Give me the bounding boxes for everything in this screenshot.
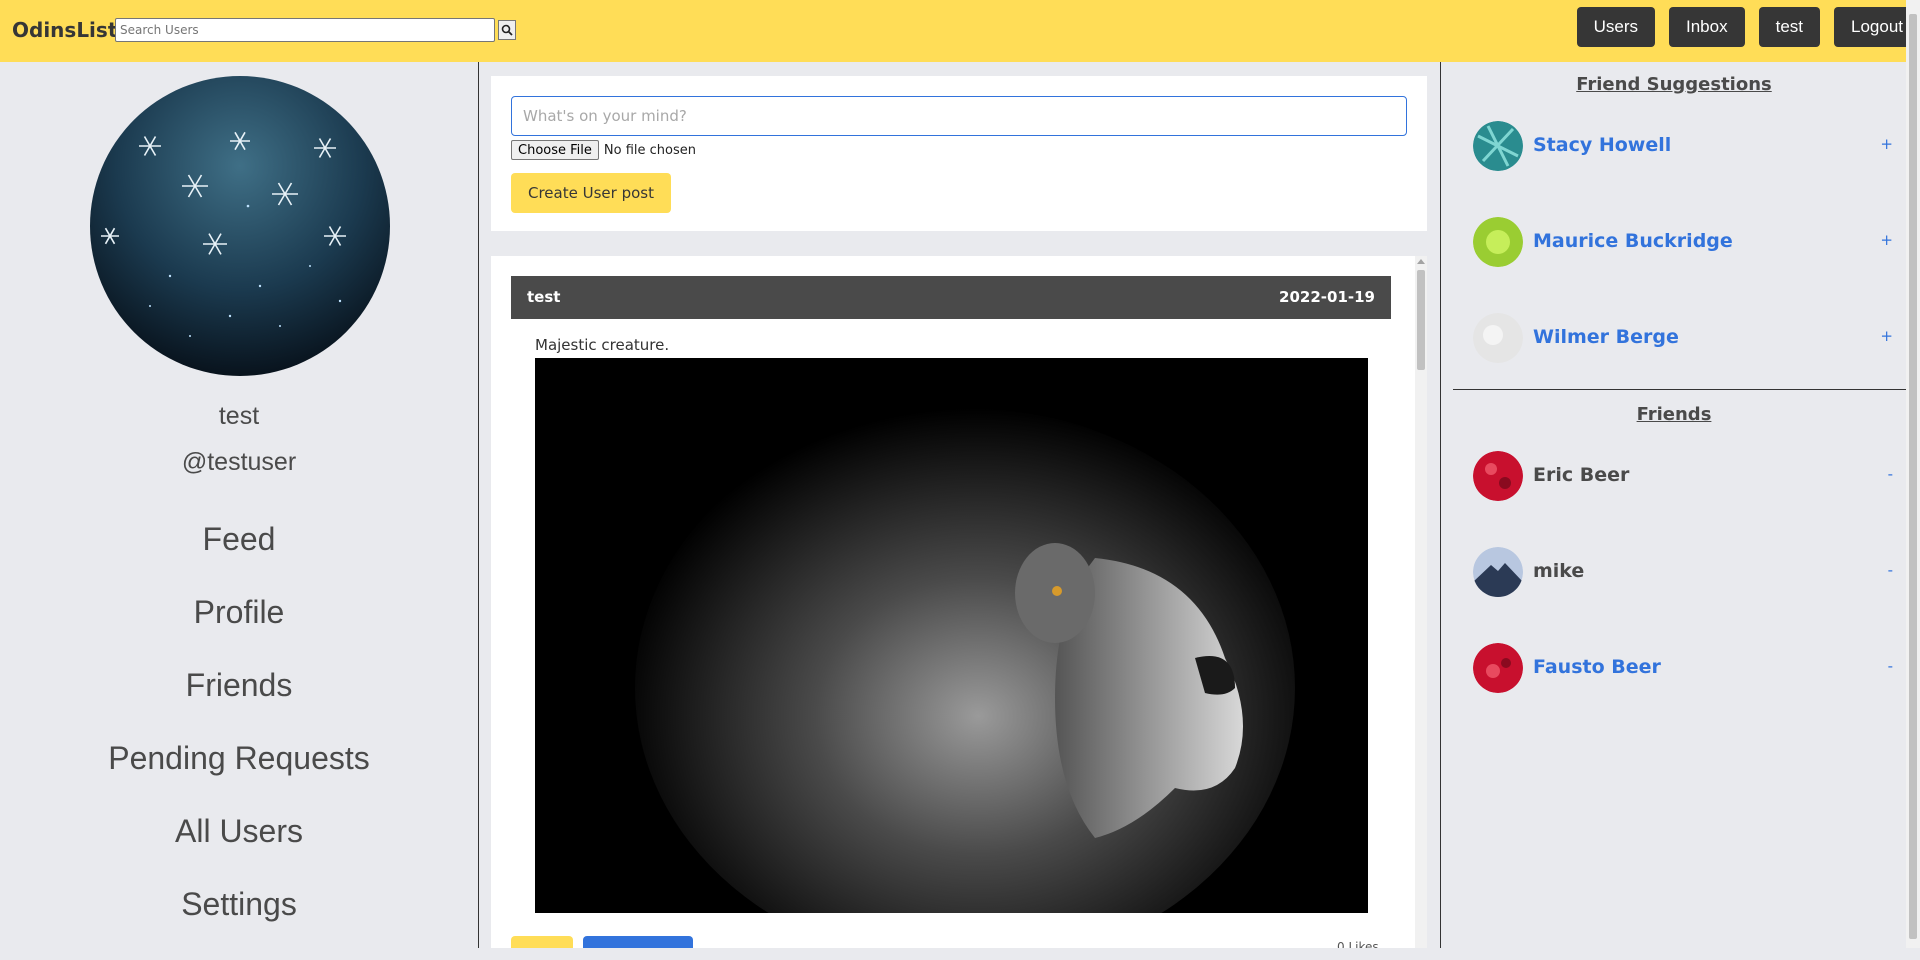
friend-name[interactable]: mike bbox=[1533, 560, 1584, 582]
friend-suggestions-title: Friend Suggestions bbox=[1576, 74, 1772, 95]
post-date: 2022-01-19 bbox=[1279, 288, 1375, 306]
top-navbar: OdinsList Users Inbox test Logout bbox=[0, 0, 1920, 62]
feed-container: test 2022-01-19 Majestic creature. 0 Lik… bbox=[491, 256, 1427, 948]
search-input[interactable] bbox=[115, 18, 495, 42]
profile-avatar[interactable] bbox=[90, 76, 390, 376]
file-picker: Choose File No file chosen bbox=[511, 140, 696, 160]
add-friend-button[interactable]: + bbox=[1880, 231, 1893, 249]
profile-handle: @testuser bbox=[181, 448, 297, 476]
window-scroll-thumb[interactable] bbox=[1909, 14, 1917, 939]
friend-item: mike - bbox=[1473, 547, 1893, 599]
search-icon bbox=[501, 24, 513, 36]
avatar[interactable] bbox=[1473, 313, 1523, 363]
choose-file-button[interactable]: Choose File bbox=[511, 140, 599, 160]
suggestion-item: Maurice Buckridge + bbox=[1473, 217, 1893, 269]
section-divider bbox=[1453, 389, 1907, 390]
avatar[interactable] bbox=[1473, 547, 1523, 597]
right-sidebar: Friend Suggestions Stacy Howell + Mauric… bbox=[1440, 62, 1907, 948]
sidebar-item-pending-requests[interactable]: Pending Requests bbox=[0, 741, 478, 814]
sidebar-nav: Feed Profile Friends Pending Requests Al… bbox=[0, 522, 478, 960]
add-friend-button[interactable]: + bbox=[1880, 135, 1893, 153]
friend-name[interactable]: Eric Beer bbox=[1533, 464, 1629, 486]
users-button[interactable]: Users bbox=[1576, 7, 1655, 47]
friend-item: Eric Beer - bbox=[1473, 451, 1893, 503]
suggestion-name[interactable]: Wilmer Berge bbox=[1533, 326, 1679, 348]
post-text-input[interactable] bbox=[511, 96, 1407, 136]
inbox-button[interactable]: Inbox bbox=[1669, 7, 1745, 47]
sidebar-item-profile[interactable]: Profile bbox=[0, 595, 478, 668]
suggestion-item: Stacy Howell + bbox=[1473, 121, 1893, 173]
scroll-up-arrow-icon[interactable] bbox=[1417, 259, 1425, 264]
current-user-button[interactable]: test bbox=[1758, 7, 1820, 47]
feed-scrollbar[interactable] bbox=[1415, 256, 1427, 948]
create-post-button[interactable]: Create User post bbox=[511, 173, 671, 213]
suggestion-name[interactable]: Maurice Buckridge bbox=[1533, 230, 1733, 252]
search-button[interactable] bbox=[498, 20, 516, 40]
remove-friend-button[interactable]: - bbox=[1888, 465, 1893, 483]
left-sidebar: test @testuser Feed Profile Friends Pend… bbox=[0, 62, 479, 948]
friends-title: Friends bbox=[1636, 404, 1712, 425]
profile-name: test bbox=[218, 402, 260, 430]
comment-button[interactable] bbox=[583, 936, 693, 948]
friend-name[interactable]: Fausto Beer bbox=[1533, 656, 1661, 678]
window-scrollbar[interactable] bbox=[1906, 0, 1920, 948]
post-author[interactable]: test bbox=[527, 288, 560, 306]
avatar[interactable] bbox=[1473, 451, 1523, 501]
post-image bbox=[535, 358, 1368, 913]
avatar[interactable] bbox=[1473, 217, 1523, 267]
feed-scroll-thumb[interactable] bbox=[1417, 270, 1425, 370]
avatar[interactable] bbox=[1473, 121, 1523, 171]
brand-logo[interactable]: OdinsList bbox=[12, 18, 117, 42]
suggestion-name[interactable]: Stacy Howell bbox=[1533, 134, 1671, 156]
main-feed-column: Choose File No file chosen Create User p… bbox=[479, 62, 1440, 948]
search-form bbox=[115, 18, 516, 42]
sidebar-item-all-users[interactable]: All Users bbox=[0, 814, 478, 887]
likes-count: 0 Likes bbox=[1337, 940, 1379, 948]
sidebar-item-feed[interactable]: Feed bbox=[0, 522, 478, 595]
avatar[interactable] bbox=[1473, 643, 1523, 693]
remove-friend-button[interactable]: - bbox=[1888, 657, 1893, 675]
top-nav-buttons: Users Inbox test Logout bbox=[1576, 7, 1920, 47]
friend-item: Fausto Beer - bbox=[1473, 643, 1893, 695]
suggestion-item: Wilmer Berge + bbox=[1473, 313, 1893, 365]
like-button[interactable] bbox=[511, 936, 573, 948]
post-composer: Choose File No file chosen Create User p… bbox=[491, 76, 1427, 231]
add-friend-button[interactable]: + bbox=[1880, 327, 1893, 345]
remove-friend-button[interactable]: - bbox=[1888, 561, 1893, 579]
post-text: Majestic creature. bbox=[535, 336, 670, 354]
sidebar-item-friends[interactable]: Friends bbox=[0, 668, 478, 741]
sidebar-item-settings[interactable]: Settings bbox=[0, 887, 478, 960]
post-header: test 2022-01-19 bbox=[511, 276, 1391, 319]
file-status: No file chosen bbox=[603, 142, 696, 158]
